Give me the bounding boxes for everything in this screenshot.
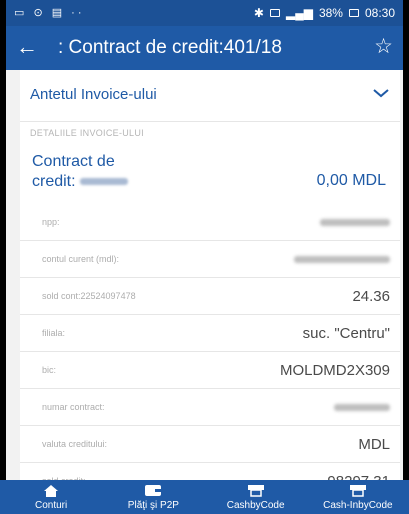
clock: 08:30 <box>364 6 395 20</box>
detail-value: suc. "Centru" <box>302 325 390 342</box>
phone-screen: ▭ ⊙ ▤ ·· ✱ ▂▄▆ 38% 08:30 ← : Contract de… <box>6 0 403 514</box>
nav-payments-p2p[interactable]: Plăţi şi P2P <box>102 480 204 514</box>
wallet-icon <box>145 485 162 496</box>
bluetooth-icon: ✱ <box>253 6 264 20</box>
detail-value: MOLDMD2X309 <box>279 362 390 379</box>
atm-icon <box>349 485 366 497</box>
contract-name-line1: Contract de <box>32 153 115 170</box>
detail-row-current-account: contul curent (mdl): <box>20 241 400 278</box>
system-status: ✱ ▂▄▆ 38% 08:30 <box>254 6 395 20</box>
detail-label: bic: <box>42 365 57 375</box>
atm-icon <box>247 485 264 497</box>
details-caption: DETALIILE INVOICE-ULUI <box>30 128 144 138</box>
detail-row-account-balance: sold cont:22524097478 24.36 <box>20 278 400 315</box>
contract-name-line2: credit: <box>32 173 76 190</box>
nav-cash-in-by-code[interactable]: Cash-InbyCode <box>307 480 409 514</box>
contract-summary: Contract de credit: 0,00 MDL <box>20 148 400 202</box>
masked-contract-number <box>79 178 128 186</box>
detail-label: contul curent (mdl): <box>42 254 120 264</box>
contract-name: Contract de credit: <box>32 152 192 192</box>
detail-row-branch: filiala: suc. "Centru" <box>20 315 400 352</box>
invoice-header-toggle[interactable]: Antetul Invoice-ului <box>20 70 400 122</box>
nav-label: Plăţi şi P2P <box>127 500 179 511</box>
notification-icons: ▭ ⊙ ▤ ·· <box>14 7 85 19</box>
chevron-down-icon <box>373 89 389 98</box>
detail-row-bic: bic: MOLDMD2X309 <box>20 352 400 389</box>
detail-value: MDL <box>358 436 390 453</box>
nav-label: CashbyCode <box>226 500 285 511</box>
nav-label: Cash-InbyCode <box>323 500 393 511</box>
detail-row-npp: npp: <box>20 204 400 241</box>
detail-row-contract-number: numar contract: <box>20 389 400 426</box>
section-title: Antetul Invoice-ului <box>30 86 157 103</box>
signal-icon: ▂▄▆ <box>285 6 313 20</box>
detail-label: npp: <box>42 217 60 227</box>
detail-label: sold cont:22524097478 <box>42 291 136 301</box>
nav-label: Conturi <box>35 500 68 511</box>
masked-value <box>320 219 390 226</box>
details-list: npp: contul curent (mdl): sold cont:2252… <box>20 204 400 500</box>
detail-row-credit-currency: valuta creditului: MDL <box>20 426 400 463</box>
battery-icon <box>348 9 359 17</box>
detail-value: 24.36 <box>352 288 390 305</box>
detail-label: numar contract: <box>42 402 105 412</box>
nfc-icon <box>269 9 280 17</box>
detail-label: filiala: <box>42 328 66 338</box>
status-bar: ▭ ⊙ ▤ ·· ✱ ▂▄▆ 38% 08:30 <box>6 0 403 26</box>
back-arrow-icon[interactable]: ← <box>16 34 38 60</box>
nav-cash-by-code[interactable]: CashbyCode <box>205 480 307 514</box>
masked-value <box>334 404 390 411</box>
home-icon <box>44 485 59 497</box>
nav-accounts[interactable]: Conturi <box>0 480 102 514</box>
bottom-navigation: Conturi Plăţi şi P2P CashbyCode Cash-Inb… <box>0 480 409 514</box>
masked-value <box>294 256 390 263</box>
page-title: : Contract de credit:401/18 <box>58 37 282 58</box>
favorite-star-icon[interactable]: ☆ <box>374 34 393 60</box>
invoice-details-card: Antetul Invoice-ului DETALIILE INVOICE-U… <box>20 70 400 500</box>
app-bar: ← : Contract de credit:401/18 ☆ <box>6 26 403 70</box>
detail-label: valuta creditului: <box>42 439 108 449</box>
contract-amount: 0,00 MDL <box>316 172 386 189</box>
battery-level: 38% <box>318 6 343 20</box>
